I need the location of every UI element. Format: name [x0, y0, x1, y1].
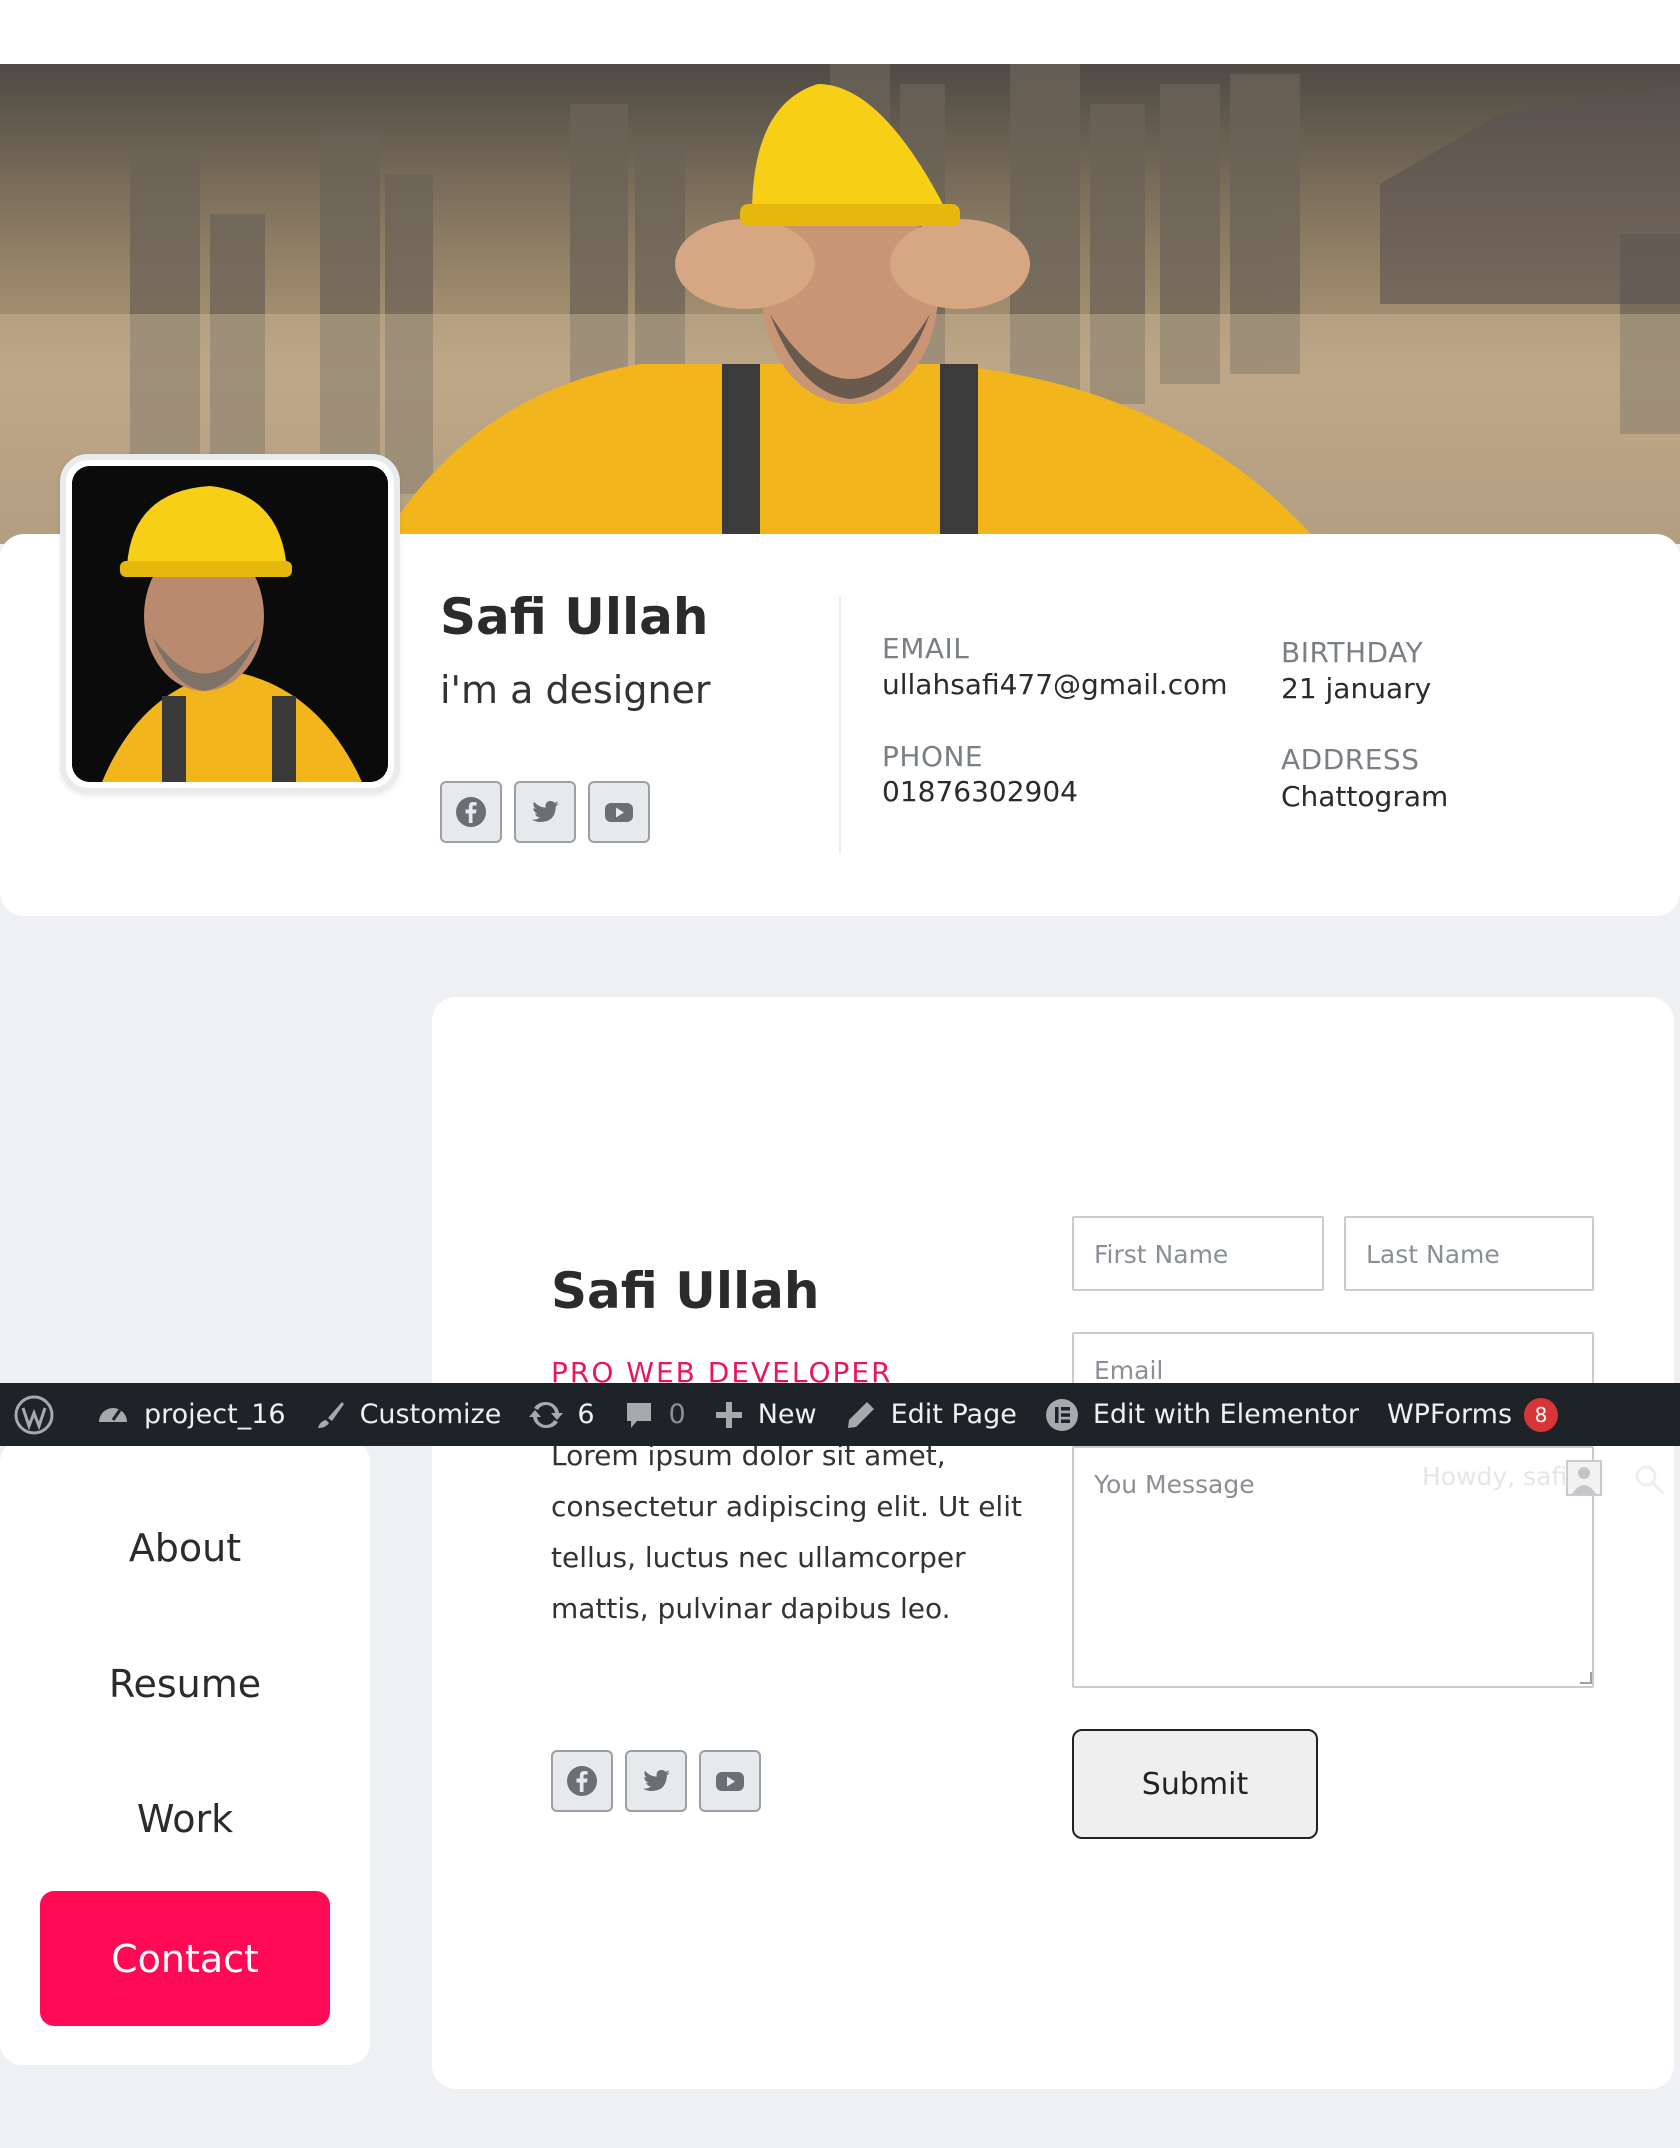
wpforms-badge: 8 [1524, 1397, 1559, 1432]
birthday-value: 21 january [1281, 672, 1432, 705]
address-label: ADDRESS [1281, 743, 1420, 776]
twitter-button[interactable] [514, 781, 576, 843]
nav-item-about[interactable]: About [0, 1526, 370, 1570]
pencil-icon [847, 1401, 874, 1428]
phone-value: 01876302904 [882, 775, 1078, 808]
profile-divider [839, 596, 841, 854]
paintbrush-icon [317, 1401, 344, 1428]
facebook-icon [567, 1766, 597, 1796]
edit-with-elementor-link[interactable]: Edit with Elementor [1031, 1383, 1373, 1446]
contact-description: Lorem ipsum dolor sit amet, consectetur … [551, 1439, 1022, 1625]
youtube-icon [605, 803, 633, 822]
edit-page-label: Edit Page [890, 1399, 1017, 1430]
contact-name: Safi Ullah [551, 1262, 820, 1320]
profile-name: Safi Ullah [440, 588, 709, 646]
contact-social-links [551, 1750, 761, 1812]
plus-icon [715, 1401, 742, 1428]
message-resize-handle[interactable] [1580, 1672, 1592, 1684]
profile-role: i'm a designer [440, 668, 711, 712]
wp-admin-bar: project_16 Customize 6 0 New Edit Page E… [0, 1383, 1680, 1446]
new-label: New [757, 1399, 817, 1430]
updates-link[interactable]: 6 [515, 1383, 608, 1446]
first-name-field[interactable]: First Name [1072, 1216, 1324, 1291]
elementor-icon [1045, 1398, 1078, 1431]
last-name-field[interactable]: Last Name [1344, 1216, 1594, 1291]
customize-link[interactable]: Customize [300, 1383, 516, 1446]
email-label: EMAIL [882, 632, 970, 665]
search-icon[interactable] [1632, 1462, 1666, 1500]
twitter-icon [532, 801, 559, 822]
birthday-label: BIRTHDAY [1281, 636, 1424, 669]
comments-link[interactable]: 0 [609, 1383, 700, 1446]
dashboard-icon [99, 1407, 127, 1422]
twitter-button[interactable] [625, 1750, 687, 1812]
comments-count: 0 [668, 1399, 686, 1430]
avatar-photo [72, 466, 388, 782]
facebook-button[interactable] [551, 1750, 613, 1812]
top-spacer [0, 0, 1680, 64]
youtube-button[interactable] [699, 1750, 761, 1812]
youtube-icon [716, 1772, 744, 1791]
twitter-icon [643, 1770, 670, 1791]
howdy-user-menu[interactable]: Howdy, safi [1422, 1462, 1567, 1491]
wpforms-label: WPForms [1386, 1399, 1513, 1430]
nav-item-work[interactable]: Work [0, 1797, 370, 1841]
new-content-menu[interactable]: New [700, 1383, 831, 1446]
customize-label: Customize [359, 1399, 502, 1430]
email-value: ullahsafi477@gmail.com [882, 668, 1228, 701]
comment-icon [626, 1402, 651, 1428]
edit-elementor-label: Edit with Elementor [1092, 1399, 1359, 1430]
wpforms-menu[interactable]: WPForms 8 [1373, 1383, 1572, 1446]
site-name-menu[interactable]: project_16 [82, 1383, 300, 1446]
submit-button[interactable]: Submit [1072, 1729, 1318, 1839]
profile-social-links [440, 781, 650, 843]
avatar [60, 454, 400, 794]
updates-count: 6 [577, 1399, 595, 1430]
address-value: Chattogram [1281, 780, 1449, 813]
phone-label: PHONE [882, 740, 984, 773]
nav-item-contact[interactable]: Contact [40, 1891, 330, 2026]
wordpress-icon [14, 1395, 54, 1434]
nav-item-resume[interactable]: Resume [0, 1662, 370, 1706]
edit-page-link[interactable]: Edit Page [831, 1383, 1031, 1446]
user-avatar-icon[interactable] [1566, 1460, 1602, 1496]
facebook-icon [456, 797, 486, 827]
updates-icon [529, 1401, 564, 1428]
site-name: project_16 [144, 1399, 286, 1430]
facebook-button[interactable] [440, 781, 502, 843]
wordpress-logo-button[interactable] [0, 1383, 82, 1446]
youtube-button[interactable] [588, 781, 650, 843]
